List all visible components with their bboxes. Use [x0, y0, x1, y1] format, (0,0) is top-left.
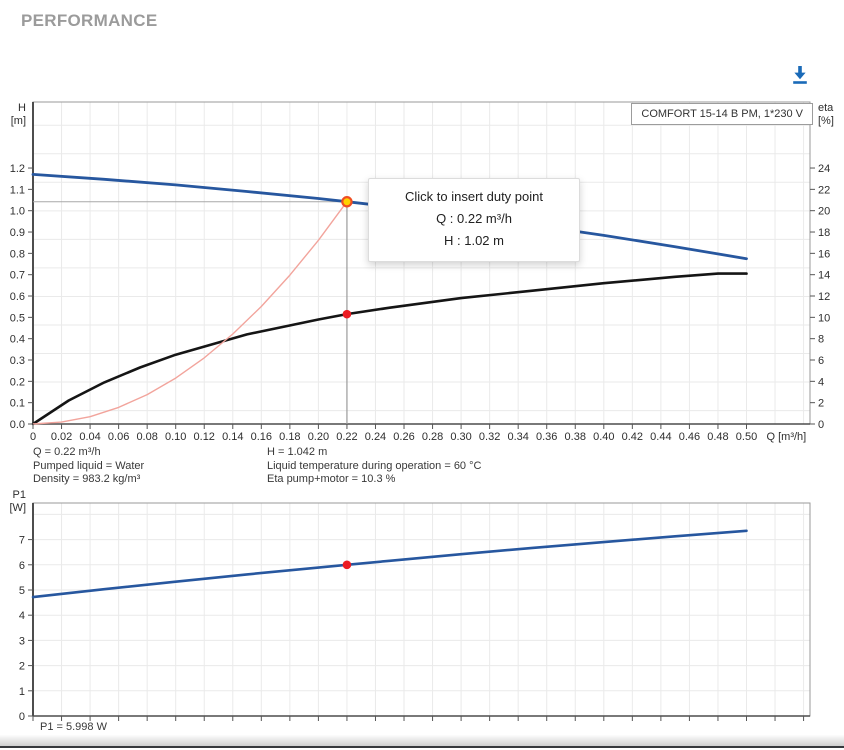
svg-text:0.44: 0.44: [650, 431, 671, 443]
svg-text:4: 4: [19, 610, 25, 622]
svg-text:1.0: 1.0: [10, 206, 25, 218]
info-density: Density = 983.2 kg/m³: [33, 473, 141, 486]
svg-text:0.06: 0.06: [108, 431, 129, 443]
svg-text:1.1: 1.1: [10, 184, 25, 196]
section-divider-bar: [0, 746, 844, 748]
svg-text:0.24: 0.24: [365, 431, 386, 443]
svg-text:24: 24: [818, 163, 830, 175]
info-q: Q = 0.22 m³/h: [33, 446, 101, 458]
svg-text:0.9: 0.9: [10, 227, 25, 239]
svg-text:0.38: 0.38: [565, 431, 586, 443]
svg-text:0.32: 0.32: [479, 431, 500, 443]
svg-text:0.16: 0.16: [251, 431, 272, 443]
svg-text:0.22: 0.22: [336, 431, 357, 443]
svg-text:4: 4: [818, 376, 824, 388]
operating-info-right: H = 1.042 m Liquid temperature during op…: [267, 446, 481, 487]
p1-readout: P1 = 5.998 W: [40, 721, 107, 733]
svg-text:0.40: 0.40: [593, 431, 614, 443]
svg-text:0.7: 0.7: [10, 270, 25, 282]
svg-text:10: 10: [818, 312, 830, 324]
svg-text:0.8: 0.8: [10, 248, 25, 260]
svg-text:0: 0: [818, 419, 824, 431]
svg-text:7: 7: [19, 535, 25, 547]
svg-text:[m]: [m]: [11, 115, 26, 127]
svg-text:20: 20: [818, 206, 830, 218]
svg-text:5: 5: [19, 585, 25, 597]
svg-text:0.36: 0.36: [536, 431, 557, 443]
svg-text:0.48: 0.48: [707, 431, 728, 443]
svg-text:12: 12: [818, 291, 830, 303]
svg-text:0.46: 0.46: [679, 431, 700, 443]
svg-text:0.28: 0.28: [422, 431, 443, 443]
svg-text:0.30: 0.30: [450, 431, 471, 443]
svg-text:0: 0: [30, 431, 36, 443]
svg-text:16: 16: [818, 248, 830, 260]
svg-text:18: 18: [818, 227, 830, 239]
info-pumped-liquid: Pumped liquid = Water: [33, 459, 145, 472]
svg-text:1.2: 1.2: [10, 163, 25, 175]
svg-text:0.20: 0.20: [308, 431, 329, 443]
svg-text:0.42: 0.42: [622, 431, 643, 443]
svg-text:0.04: 0.04: [79, 431, 100, 443]
svg-text:0.08: 0.08: [136, 431, 157, 443]
svg-text:Q [m³/h]: Q [m³/h]: [766, 431, 806, 443]
svg-text:6: 6: [818, 355, 824, 367]
p1-chart-plot-area[interactable]: [33, 503, 810, 716]
svg-text:0.0: 0.0: [10, 419, 25, 431]
svg-text:0.3: 0.3: [10, 355, 25, 367]
svg-text:P1: P1: [13, 489, 26, 501]
svg-text:0.02: 0.02: [51, 431, 72, 443]
svg-text:[%]: [%]: [818, 115, 834, 127]
svg-text:14: 14: [818, 270, 830, 282]
svg-text:22: 22: [818, 184, 830, 196]
svg-text:0.50: 0.50: [736, 431, 757, 443]
operating-info-left: Q = 0.22 m³/h Pumped liquid = Water Dens…: [33, 446, 144, 487]
svg-text:2: 2: [818, 398, 824, 410]
info-liquid-temperature: Liquid temperature during operation = 60…: [267, 459, 482, 472]
svg-text:2: 2: [19, 661, 25, 673]
svg-text:0.2: 0.2: [10, 376, 25, 388]
svg-text:0.10: 0.10: [165, 431, 186, 443]
info-eta: Eta pump+motor = 10.3 %: [267, 473, 396, 486]
svg-text:0.18: 0.18: [279, 431, 300, 443]
hq-chart-plot-area[interactable]: [33, 102, 810, 424]
svg-text:0.12: 0.12: [194, 431, 215, 443]
svg-text:eta: eta: [818, 102, 834, 114]
svg-text:6: 6: [19, 560, 25, 572]
svg-text:8: 8: [818, 334, 824, 346]
svg-text:3: 3: [19, 635, 25, 647]
pump-legend: COMFORT 15-14 B PM, 1*230 V: [631, 103, 813, 125]
svg-text:0.6: 0.6: [10, 291, 25, 303]
info-h: H = 1.042 m: [267, 446, 328, 458]
svg-text:0.14: 0.14: [222, 431, 243, 443]
svg-text:0.4: 0.4: [10, 334, 25, 346]
svg-text:H: H: [18, 102, 26, 114]
section-divider-fade: [0, 735, 844, 746]
svg-text:[W]: [W]: [10, 502, 27, 514]
svg-text:1: 1: [19, 686, 25, 698]
svg-text:0.1: 0.1: [10, 398, 25, 410]
svg-text:0.34: 0.34: [507, 431, 528, 443]
svg-text:0.5: 0.5: [10, 312, 25, 324]
svg-text:0.26: 0.26: [393, 431, 414, 443]
svg-text:0: 0: [19, 711, 25, 723]
